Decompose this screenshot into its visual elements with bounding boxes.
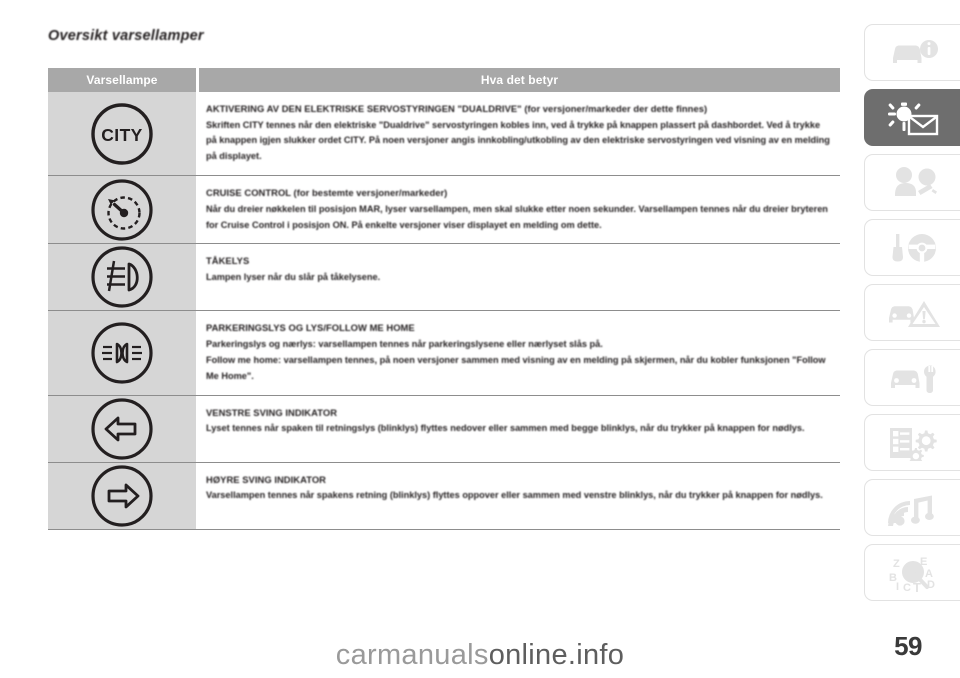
sidebar-tab-airbag-safety[interactable] <box>864 154 960 211</box>
svg-text:I: I <box>896 581 899 593</box>
lamp-body: Når du dreier nøkkelen til posisjon MAR,… <box>206 203 828 230</box>
lamp-title: VENSTRE SVING INDIKATOR <box>206 406 338 418</box>
lamp-icon-cell <box>48 395 196 462</box>
left-turn-indicator-icon <box>91 397 153 460</box>
svg-text:D: D <box>927 579 935 591</box>
lamp-icon-cell <box>48 176 196 244</box>
fog-lamp-icon <box>91 246 153 308</box>
car-maintenance-wrench-icon <box>890 365 936 393</box>
table-row: TÅKELYS Lampen lyser når du slår på tåke… <box>48 244 840 312</box>
cruise-control-lamp-icon <box>91 179 153 241</box>
lamp-icon-cell <box>48 311 196 395</box>
sidebar-tab-emergency[interactable] <box>864 284 960 341</box>
lamp-icon-cell: CITY <box>48 92 196 176</box>
lamp-title: CRUISE CONTROL (for bestemte versjoner/m… <box>206 187 448 199</box>
lamp-body: Follow me home: varsellampen tennes, på … <box>206 354 826 381</box>
emergency-warning-triangle-icon <box>888 300 940 327</box>
svg-text:Z: Z <box>893 558 900 570</box>
alphabetical-index-icon: Z B I C T E A D S <box>889 556 935 593</box>
right-turn-indicator-icon <box>91 464 153 527</box>
lamp-title: AKTIVERING AV DEN ELEKTRISKE SERVOSTYRIN… <box>206 103 708 114</box>
sidebar-tab-car-info[interactable] <box>864 24 960 81</box>
table-header-row: Varsellampe Hva det betyr <box>48 68 840 92</box>
city-text: CITY <box>101 125 142 145</box>
table-row: HØYRE SVING INDIKATOR Varsellampen tenne… <box>48 462 840 530</box>
lamp-body: Lyset tennes når spaken til retningslys … <box>206 423 805 434</box>
lamp-description-cell: TÅKELYS Lampen lyser når du slår på tåke… <box>196 244 840 311</box>
watermark-left: carmanuals <box>335 638 489 671</box>
warning-lamps-table: Varsellampe Hva det betyr CITY AKTIVERIN… <box>48 68 840 530</box>
lamp-description-cell: VENSTRE SVING INDIKATOR Lyset tennes når… <box>196 395 840 462</box>
table-row: VENSTRE SVING INDIKATOR Lyset tennes når… <box>48 395 840 463</box>
page-title: Oversikt varsellamper <box>48 28 204 44</box>
city-steering-lamp-icon: CITY <box>91 102 153 165</box>
sidebar-tab-key-steering[interactable] <box>864 219 960 276</box>
sidebar-tab-index[interactable]: Z B I C T E A D S <box>864 544 960 601</box>
lamp-description-cell: PARKERINGSLYS OG LYS/FOLLOW ME HOME Park… <box>196 311 840 395</box>
sidebar-tab-maintenance[interactable] <box>864 349 960 406</box>
parking-lights-follow-me-home-icon <box>91 322 153 384</box>
car-info-icon <box>892 39 938 63</box>
sidebar-tab-multimedia[interactable] <box>864 479 960 536</box>
lamp-icon-cell <box>48 244 196 311</box>
lamp-title: HØYRE SVING INDIKATOR <box>206 473 326 485</box>
lamp-icon-cell <box>48 462 196 529</box>
table-row: CRUISE CONTROL (for bestemte versjoner/m… <box>48 176 840 245</box>
multimedia-audio-icon <box>887 495 934 526</box>
lamp-body: Parkeringslys og nærlys: varsellampen te… <box>206 339 603 350</box>
svg-text:S: S <box>908 565 917 580</box>
column-header-lamp: Varsellampe <box>48 68 196 92</box>
lamp-title: PARKERINGSLYS OG LYS/FOLLOW ME HOME <box>206 322 415 334</box>
lamp-body: Varsellampen tennes når spakens retning … <box>206 490 823 501</box>
warning-lights-messages-icon <box>887 102 938 135</box>
lamp-title: TÅKELYS <box>206 255 250 267</box>
sidebar-tab-technical-specs[interactable] <box>864 414 960 471</box>
chapter-tab-rail: Z B I C T E A D S <box>856 24 960 601</box>
table-row: CITY AKTIVERING AV DEN ELEKTRISKE SERVOS… <box>48 92 840 177</box>
watermark: carmanuals online.info <box>0 632 960 678</box>
lamp-description-cell: AKTIVERING AV DEN ELEKTRISKE SERVOSTYRIN… <box>196 92 840 176</box>
key-steering-wheel-icon <box>892 233 936 262</box>
sidebar-tab-warning-lights[interactable] <box>864 89 960 146</box>
table-row: PARKERINGSLYS OG LYS/FOLLOW ME HOME Park… <box>48 311 840 396</box>
technical-specifications-icon <box>889 427 937 461</box>
column-header-meaning: Hva det betyr <box>199 68 840 92</box>
lamp-body: Skriften CITY tennes når den elektriske … <box>206 119 830 162</box>
watermark-right: online.info <box>488 638 625 671</box>
lamp-description-cell: CRUISE CONTROL (for bestemte versjoner/m… <box>196 176 840 244</box>
page-number: 59 <box>894 631 922 661</box>
airbag-safety-icon <box>894 166 937 196</box>
svg-text:C: C <box>903 582 911 593</box>
lamp-description-cell: HØYRE SVING INDIKATOR Varsellampen tenne… <box>196 462 840 529</box>
lamp-body: Lampen lyser når du slår på tåkelysene. <box>206 272 381 283</box>
